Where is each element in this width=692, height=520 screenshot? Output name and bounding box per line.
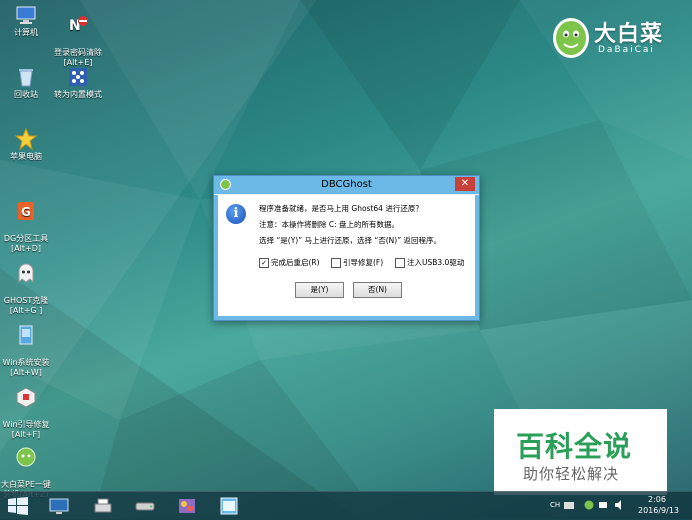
taskbar: CH 2:06 2016/9/13 xyxy=(0,491,692,520)
network-icon[interactable] xyxy=(598,500,608,510)
desktop-icon-label: 登录密码清除 [Alt+E] xyxy=(54,48,102,67)
taskbar-printer-icon[interactable] xyxy=(92,496,114,516)
tray-language[interactable]: CH xyxy=(550,501,560,509)
boot-repair-checkbox[interactable]: 引导修复(F) xyxy=(331,257,383,268)
close-button[interactable]: ✕ xyxy=(455,177,475,191)
desktop-icon-label: Win系统安装 [Alt+W] xyxy=(2,358,50,377)
clock-date: 2016/9/13 xyxy=(638,506,680,515)
cabbage-icon xyxy=(16,447,36,467)
watermark: 百科全说 助你轻松解决 xyxy=(494,409,667,495)
keyboard-icon[interactable] xyxy=(564,501,574,510)
desktop-icon-label: 转为内置模式 xyxy=(54,90,102,99)
tray-cabbage-icon[interactable] xyxy=(584,500,594,510)
password-clear-icon: N xyxy=(69,16,88,34)
brand-name-en: DaBaiCai xyxy=(598,45,655,55)
windows-start-icon[interactable] xyxy=(8,497,28,515)
taskbar-monitor-icon[interactable] xyxy=(48,496,70,516)
usb3-driver-checkbox[interactable]: 注入USB3.0驱动 xyxy=(395,257,464,268)
checkbox-label: 注入USB3.0驱动 xyxy=(407,258,465,267)
recycle-bin-icon xyxy=(19,69,33,87)
desktop-icon-label: GHOST克隆 [Alt+G ] xyxy=(3,296,49,315)
info-icon: i xyxy=(226,204,246,224)
taskbar-window-icon[interactable] xyxy=(218,496,240,516)
checkbox-icon xyxy=(395,257,405,268)
builtin-mode-icon xyxy=(69,68,87,86)
checkbox-label: 完成后重启(R) xyxy=(271,258,320,267)
message-line-2: 注意：本操作将删除 C: 盘上的所有数据。 xyxy=(259,220,400,229)
desktop-icon-builtin-mode[interactable]: 转为内置模式 xyxy=(48,66,108,100)
desktop-icon-label: 苹果电脑 xyxy=(10,152,42,161)
cabbage-logo-icon xyxy=(553,18,589,58)
clock-time: 2:06 xyxy=(648,495,666,504)
taskbar-tools-icon[interactable] xyxy=(176,496,198,516)
no-button[interactable]: 否(N) xyxy=(353,282,402,298)
yes-button[interactable]: 是(Y) xyxy=(295,282,344,298)
win-install-icon xyxy=(19,325,33,345)
svg-text:G: G xyxy=(21,205,31,219)
brand-logo: 大白菜 DaBaiCai xyxy=(548,12,678,62)
desktop-icon-label: DG分区工具 [Alt+D] xyxy=(3,234,49,253)
checkbox-checked-icon: ✓ xyxy=(259,257,269,268)
watermark-subtitle: 助你轻松解决 xyxy=(523,465,620,483)
desktop-icon-apple[interactable]: 苹果电脑 xyxy=(0,128,56,162)
taskbar-clock[interactable]: 2:06 2016/9/13 xyxy=(638,494,680,516)
dg-partition-icon: G xyxy=(18,202,34,220)
boot-repair-icon xyxy=(16,387,36,408)
brand-name-cn: 大白菜 xyxy=(594,22,664,47)
watermark-title: 百科全说 xyxy=(516,430,633,463)
taskbar-drive-icon[interactable] xyxy=(134,496,156,516)
message-line-1: 程序准备就绪，是否马上用 Ghost64 进行还原？ xyxy=(259,204,423,213)
checkbox-label: 引导修复(F) xyxy=(343,258,384,267)
dbcghost-dialog: DBCGhost ✕ i 程序准备就绪，是否马上用 Ghost64 进行还原？ … xyxy=(213,175,480,321)
star-icon xyxy=(15,128,37,150)
dialog-body: i 程序准备就绪，是否马上用 Ghost64 进行还原？ 注意：本操作将删除 C… xyxy=(214,195,479,320)
ghost-icon xyxy=(18,263,34,284)
dialog-title: DBCGhost xyxy=(321,179,372,190)
computer-icon xyxy=(16,6,36,24)
message-line-3: 选择 “是(Y)” 马上进行还原，选择 “否(N)” 返回程序。 xyxy=(259,236,441,245)
restart-checkbox[interactable]: ✓ 完成后重启(R) xyxy=(259,257,320,268)
app-icon xyxy=(220,179,231,190)
dialog-titlebar[interactable]: DBCGhost ✕ xyxy=(214,176,479,194)
checkbox-icon xyxy=(331,257,341,268)
volume-icon[interactable] xyxy=(614,500,624,510)
